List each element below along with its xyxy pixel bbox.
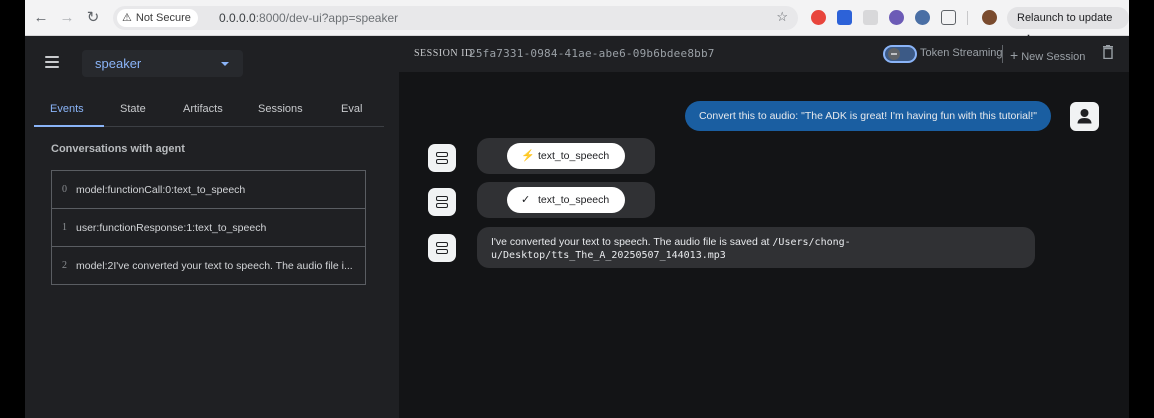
bot-avatar <box>428 144 456 172</box>
bot-file-path-cont: u/Desktop/tts_The_A_20250507_144013.mp3 <box>491 250 726 261</box>
extension-icon[interactable] <box>889 10 904 25</box>
event-text: user:functionResponse:1:text_to_speech <box>76 222 267 234</box>
user-message: Convert this to audio: "The ADK is great… <box>685 101 1051 131</box>
profile-avatar-icon[interactable] <box>982 10 997 25</box>
security-label: Not Secure <box>135 12 191 24</box>
bot-file-path: /Users/chong- <box>772 237 851 248</box>
event-item[interactable]: 1 user:functionResponse:1:text_to_speech <box>52 209 365 247</box>
tab-eval[interactable]: Eval <box>341 103 362 115</box>
extension-icon[interactable] <box>915 10 930 25</box>
function-response-chip[interactable]: ✓ text_to_speech <box>507 187 625 213</box>
bot-avatar <box>428 234 456 262</box>
session-id-value: 25fa7331-0984-41ae-abe6-09b6bdee8bb7 <box>469 47 715 60</box>
bot-text: I've converted your text to speech. The … <box>491 236 770 248</box>
tab-sessions[interactable]: Sessions <box>258 103 303 115</box>
new-session-button[interactable]: + New Session <box>1010 47 1085 63</box>
url-host: 0.0.0.0 <box>219 11 256 25</box>
menu-icon[interactable] <box>45 56 59 71</box>
app-name: speaker <box>95 56 142 71</box>
side-panel: speaker Events State Artifacts Sessions … <box>25 36 399 418</box>
delete-icon[interactable] <box>1102 45 1114 59</box>
active-tab-indicator <box>34 125 104 127</box>
chevron-down-icon <box>221 62 229 66</box>
function-response-label: text_to_speech <box>538 194 610 206</box>
event-item[interactable]: 0 model:functionCall:0:text_to_speech <box>52 171 365 209</box>
session-id-label: SESSION ID <box>414 48 473 59</box>
bolt-icon: ⚡ <box>521 150 535 162</box>
extension-icon[interactable] <box>837 10 852 25</box>
browser-toolbar: ← → ↻ ⚠ Not Secure 0.0.0.0:8000/dev-ui?a… <box>25 0 1129 46</box>
tab-bar: Events State Artifacts Sessions Eval <box>34 93 384 127</box>
new-session-label: New Session <box>1021 51 1086 63</box>
url-text: 0.0.0.0:8000/dev-ui?app=speaker <box>219 11 398 25</box>
bot-message-line1: I've converted your text to speech. The … <box>491 236 851 248</box>
function-call-card: ⚡ text_to_speech <box>477 138 655 174</box>
token-streaming-label: Token Streaming <box>920 47 1003 59</box>
event-index: 1 <box>62 222 67 233</box>
extension-icon[interactable] <box>863 10 878 25</box>
plus-icon: + <box>1010 47 1019 63</box>
back-icon[interactable]: ← <box>32 9 50 27</box>
app-selector[interactable]: speaker <box>82 50 243 77</box>
check-icon: ✓ <box>521 194 531 206</box>
function-call-chip[interactable]: ⚡ text_to_speech <box>507 143 625 169</box>
bookmark-star-icon[interactable]: ☆ <box>776 9 788 25</box>
relaunch-button[interactable]: Relaunch to update ⋮ <box>1007 7 1129 46</box>
event-text: model:functionCall:0:text_to_speech <box>76 184 246 196</box>
person-icon <box>1077 109 1092 124</box>
toolbar-divider <box>967 11 968 25</box>
tab-artifacts[interactable]: Artifacts <box>183 103 223 115</box>
event-text: model:2I've converted your text to speec… <box>76 260 353 272</box>
token-streaming-toggle[interactable] <box>883 45 917 63</box>
tab-state[interactable]: State <box>120 103 146 115</box>
address-bar[interactable]: ⚠ Not Secure 0.0.0.0:8000/dev-ui?app=spe… <box>113 6 798 30</box>
function-call-label: text_to_speech <box>538 150 610 162</box>
toggle-knob <box>888 48 900 60</box>
forward-icon[interactable]: → <box>58 9 76 27</box>
user-avatar <box>1070 102 1099 131</box>
chat-panel: SESSION ID 25fa7331-0984-41ae-abe6-09b6b… <box>399 36 1129 418</box>
tab-events[interactable]: Events <box>50 103 84 115</box>
event-index: 0 <box>62 184 67 195</box>
relaunch-label: Relaunch to update <box>1017 12 1113 24</box>
reload-icon[interactable]: ↻ <box>84 9 102 27</box>
opera-extension-icon[interactable] <box>811 10 826 25</box>
conversation-heading: Conversations with agent <box>51 143 185 155</box>
puzzle-icon[interactable] <box>941 10 956 25</box>
event-item[interactable]: 2 model:2I've converted your text to spe… <box>52 247 365 285</box>
event-list: 0 model:functionCall:0:text_to_speech 1 … <box>51 170 366 285</box>
function-response-card: ✓ text_to_speech <box>477 182 655 218</box>
warning-icon: ⚠ <box>122 12 132 24</box>
session-bar: SESSION ID 25fa7331-0984-41ae-abe6-09b6b… <box>399 36 1129 72</box>
security-chip[interactable]: ⚠ Not Secure <box>117 9 198 27</box>
url-path: :8000/dev-ui?app=speaker <box>255 11 399 25</box>
bot-avatar <box>428 188 456 216</box>
event-index: 2 <box>62 260 67 271</box>
divider <box>1002 45 1003 63</box>
app-window: ← → ↻ ⚠ Not Secure 0.0.0.0:8000/dev-ui?a… <box>25 0 1129 418</box>
bot-message: I've converted your text to speech. The … <box>477 227 1035 268</box>
